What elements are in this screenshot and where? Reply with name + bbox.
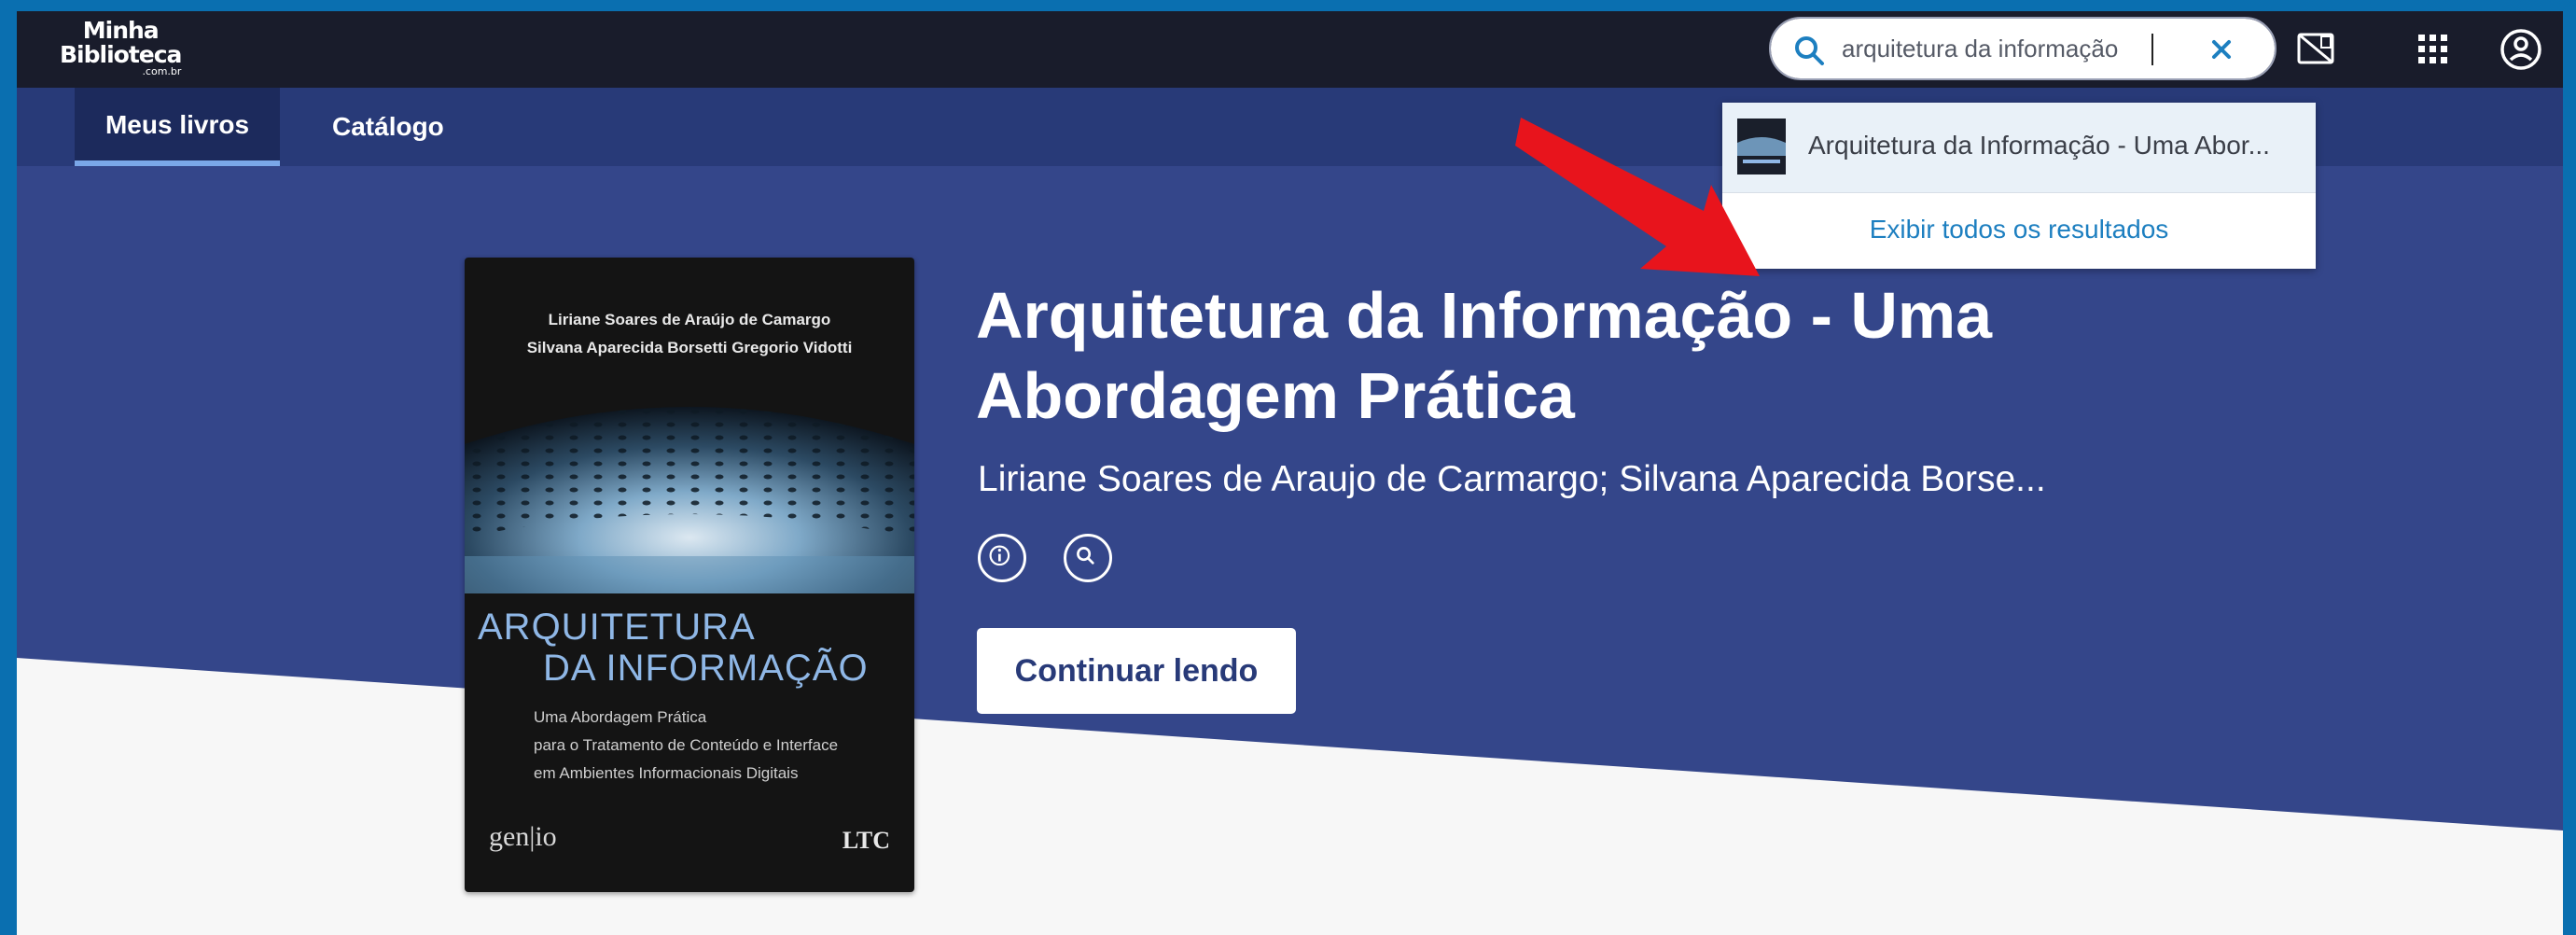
annotation-arrow [1515,118,1760,276]
apps-grid-icon[interactable] [2411,27,2456,72]
account-circle-icon[interactable] [2499,27,2543,72]
book-authors: Liriane Soares de Araujo de Carmargo; Si… [978,459,2046,499]
book-cover[interactable]: Liriane Soares de Araújo de Camargo Silv… [465,258,914,892]
logo-line1: Minha [82,17,160,44]
search-in-book-button[interactable] [1064,534,1112,582]
cover-subtitle-3: em Ambientes Informacionais Digitais [534,764,799,782]
search-result-label: Arquitetura da Informação - Uma Abor... [1808,131,2270,160]
cover-authors: Liriane Soares de Araújo de Camargo Silv… [465,306,914,362]
cover-title-line2: DA INFORMAÇÃO [543,648,869,689]
tablet-book-icon[interactable] [2293,27,2338,72]
tab-catalogo[interactable]: Catálogo [332,88,444,166]
logo-line3: .com.br [142,65,182,77]
search-suggestions: Arquitetura da Informação - Uma Abor... … [1722,103,2316,269]
cover-subtitle-2: para o Tratamento de Conteúdo e Interfac… [534,736,839,754]
search-result-item[interactable]: Arquitetura da Informação - Uma Abor... [1722,103,2316,193]
cover-subtitle: Uma Abordagem Prática para o Tratamento … [534,704,838,788]
text-caret [2151,34,2153,65]
info-button[interactable] [978,534,1026,582]
cover-subtitle-1: Uma Abordagem Prática [534,708,707,726]
logo-line2: Biblioteca [60,41,182,68]
cover-title: ARQUITETURA DA INFORMAÇÃO [478,607,869,689]
tab-meus-livros[interactable]: Meus livros [75,88,280,166]
cover-author-1: Liriane Soares de Araújo de Camargo [548,311,831,328]
cover-dome-image [465,407,914,593]
search-input[interactable] [1842,32,2159,65]
show-all-results-link[interactable]: Exibir todos os resultados [1722,215,2316,244]
continue-reading-button[interactable]: Continuar lendo [977,628,1296,714]
book-title: Arquitetura da Informação - Uma Abordage… [976,279,1993,432]
logo[interactable]: Minha Biblioteca .com.br [60,17,182,77]
search-icon [1795,36,1824,65]
top-bar: Minha Biblioteca .com.br [17,11,2563,88]
app-frame: Minha Biblioteca .com.br arquitetura da … [17,11,2563,935]
search-box[interactable] [1769,17,2277,80]
cover-title-line1: ARQUITETURA [478,607,756,648]
publisher-logo-ltc: LTC [842,827,890,854]
clear-search-icon[interactable] [2206,34,2237,65]
cover-author-2: Silvana Aparecida Borsetti Gregorio Vido… [526,339,853,356]
publisher-logo-genio: gen|io [489,821,557,852]
